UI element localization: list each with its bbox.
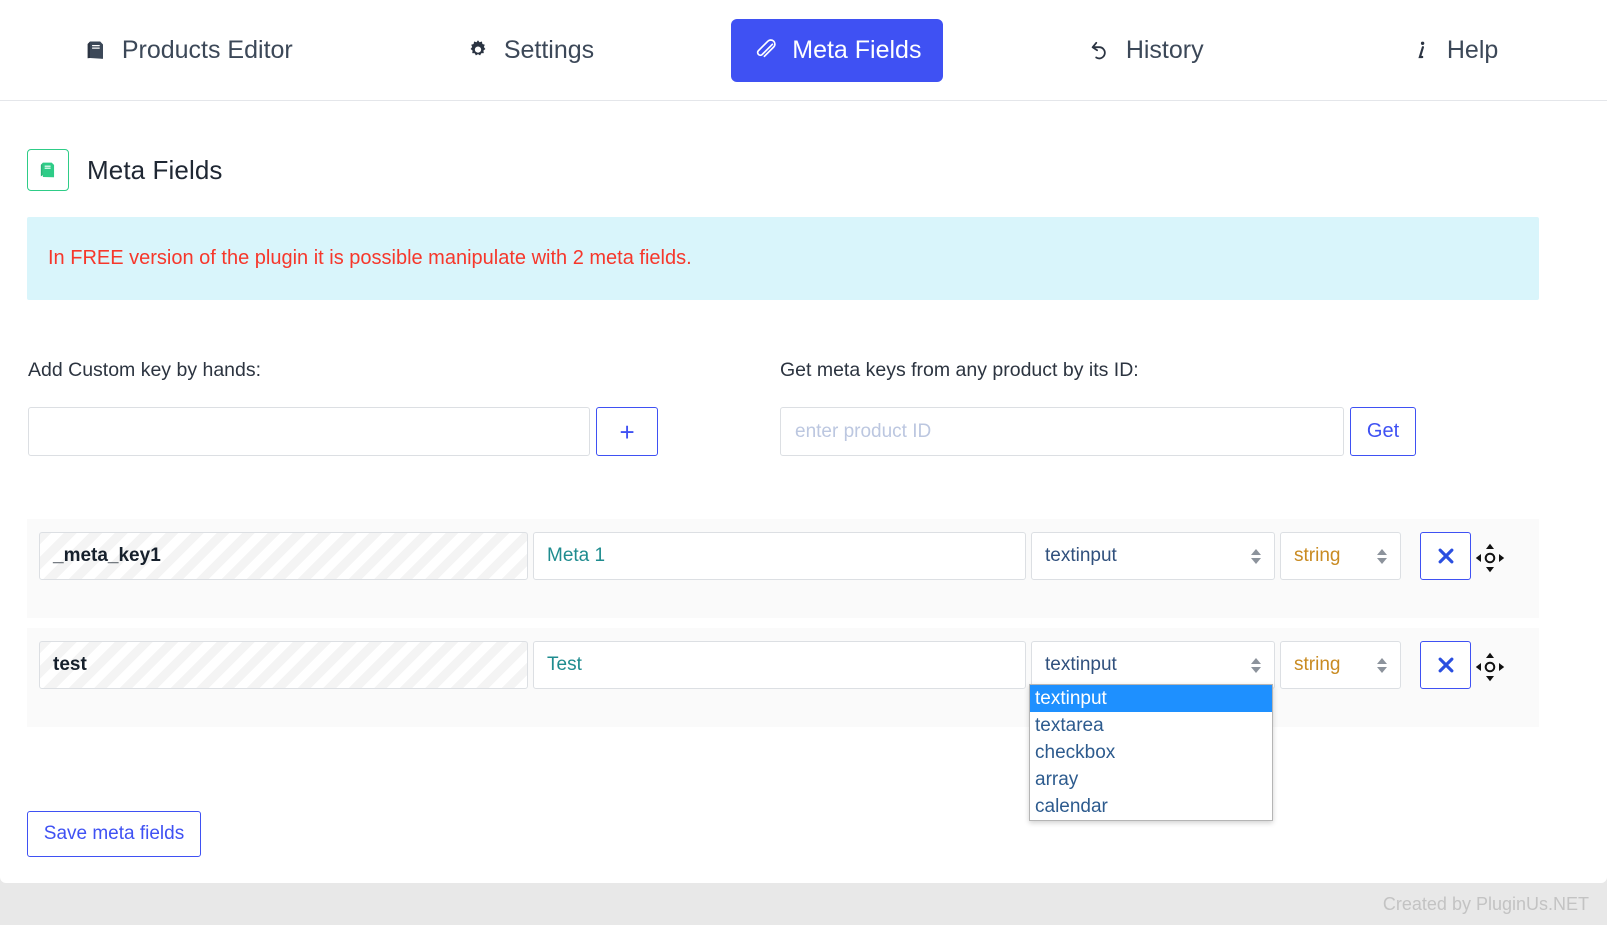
value-type-select[interactable]: string (1280, 532, 1401, 580)
drag-handle[interactable] (1473, 650, 1507, 684)
tab-settings[interactable]: Settings (443, 19, 616, 82)
free-version-notice: In FREE version of the plugin it is poss… (27, 217, 1539, 300)
main-tabbar: Products Editor Settings Meta Fields His… (0, 0, 1607, 101)
tab-slot-settings: Settings (376, 19, 684, 82)
app-root: Products Editor Settings Meta Fields His… (0, 0, 1607, 925)
spinner-arrows-icon (1251, 548, 1261, 564)
close-icon (1438, 548, 1453, 564)
tab-help[interactable]: Help (1386, 19, 1520, 82)
get-meta-keys-label: Get meta keys from any product by its ID… (780, 359, 1139, 381)
get-meta-keys-form: Get meta keys from any product by its ID… (780, 359, 1416, 456)
meta-key-value: test (53, 654, 87, 675)
spinner-arrows-icon (1377, 657, 1387, 673)
move-icon (1475, 543, 1505, 573)
tab-slot-meta-fields: Meta Fields (683, 18, 991, 82)
add-custom-key-controls: + (28, 407, 658, 456)
meta-label-field[interactable]: Meta 1 (533, 532, 1026, 580)
dropdown-option-textarea[interactable]: textarea (1030, 712, 1272, 739)
spinner-arrows-icon (1251, 657, 1261, 673)
meta-fields-panel: Meta Fields In FREE version of the plugi… (0, 101, 1607, 883)
dropdown-option-calendar[interactable]: calendar (1030, 793, 1272, 820)
paperclip-icon (753, 37, 779, 63)
page-title-text: Meta Fields (87, 154, 223, 185)
delete-row-button[interactable] (1420, 641, 1471, 689)
value-type-value: string (1294, 654, 1341, 675)
tab-label: Meta Fields (792, 35, 922, 64)
spinner-arrows-icon (1377, 548, 1387, 564)
close-icon (1438, 657, 1453, 673)
info-icon (1408, 37, 1434, 63)
book-icon (27, 149, 69, 191)
table-row: test Test textinput string (27, 628, 1539, 727)
notice-text: In FREE version of the plugin it is poss… (48, 247, 692, 269)
page-title: Meta Fields (27, 149, 222, 191)
field-type-value: textinput (1045, 654, 1117, 675)
meta-key-field[interactable]: _meta_key1 (39, 532, 528, 580)
field-type-dropdown-list[interactable]: textinput textarea checkbox array calend… (1029, 684, 1273, 821)
value-type-select[interactable]: string (1280, 641, 1401, 689)
tab-label: Help (1446, 35, 1499, 64)
get-button-label: Get (1366, 420, 1400, 442)
get-button[interactable]: Get (1350, 407, 1416, 456)
plus-icon: + (619, 416, 635, 447)
tab-products-editor[interactable]: Products Editor (61, 19, 315, 82)
save-meta-fields-button[interactable]: Save meta fields (27, 811, 201, 857)
custom-key-input[interactable] (28, 407, 591, 456)
meta-label-field[interactable]: Test (533, 641, 1026, 689)
tab-label: Products Editor (121, 35, 293, 64)
meta-label-value: Meta 1 (547, 545, 606, 566)
meta-fields-list: _meta_key1 Meta 1 textinput string test … (27, 519, 1539, 737)
field-type-select[interactable]: textinput (1031, 532, 1275, 580)
meta-label-value: Test (547, 654, 582, 675)
tab-meta-fields[interactable]: Meta Fields (731, 18, 944, 82)
tab-slot-history: History (991, 19, 1299, 82)
field-type-select[interactable]: textinput (1031, 641, 1275, 689)
add-custom-key-button[interactable]: + (596, 407, 658, 456)
dropdown-option-checkbox[interactable]: checkbox (1030, 739, 1272, 766)
meta-row-controls: _meta_key1 Meta 1 textinput string (39, 532, 1471, 580)
drag-handle[interactable] (1473, 541, 1507, 575)
value-type-value: string (1294, 545, 1341, 566)
gear-icon (465, 37, 491, 63)
field-type-value: textinput (1045, 545, 1117, 566)
tab-label: Settings (503, 35, 595, 64)
product-id-input[interactable] (780, 407, 1345, 456)
undo-icon (1087, 37, 1113, 63)
meta-key-value: _meta_key1 (53, 545, 161, 566)
book-icon (83, 37, 109, 63)
get-meta-keys-controls: Get (780, 407, 1416, 456)
tab-label: History (1125, 35, 1204, 64)
footer: Created by PluginUs.NET (0, 883, 1607, 925)
add-custom-key-form: Add Custom key by hands: + (28, 359, 658, 456)
meta-key-field[interactable]: test (39, 641, 528, 689)
meta-row-controls: test Test textinput string (39, 641, 1471, 689)
dropdown-option-textinput[interactable]: textinput (1030, 685, 1272, 712)
dropdown-option-array[interactable]: array (1030, 766, 1272, 793)
footer-credit: Created by PluginUs.NET (1382, 893, 1589, 914)
save-button-label: Save meta fields (43, 823, 185, 844)
move-icon (1475, 652, 1505, 682)
tab-slot-products-editor: Products Editor (0, 19, 376, 82)
tab-slot-help: Help (1299, 19, 1607, 82)
tab-history[interactable]: History (1065, 19, 1226, 82)
delete-row-button[interactable] (1420, 532, 1471, 580)
table-row: _meta_key1 Meta 1 textinput string (27, 519, 1539, 618)
add-custom-key-label: Add Custom key by hands: (28, 359, 262, 381)
